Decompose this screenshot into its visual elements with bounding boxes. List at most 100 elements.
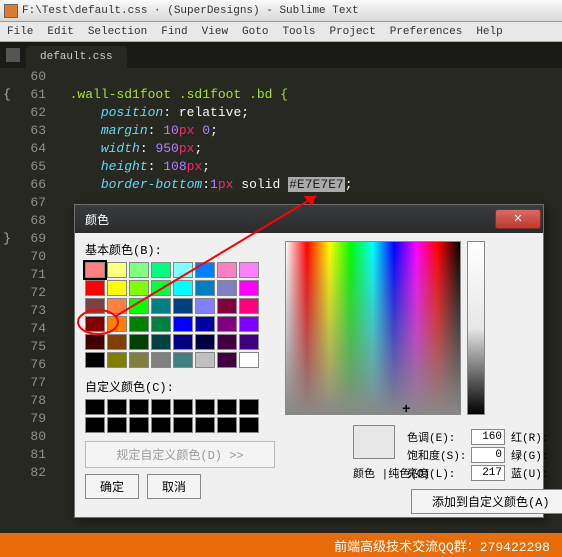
- fold-marker[interactable]: }: [0, 230, 14, 248]
- window-titlebar: F:\Test\default.css · (SuperDesigns) - S…: [0, 0, 562, 22]
- menu-goto[interactable]: Goto: [235, 26, 275, 38]
- tab-default-css[interactable]: default.css: [26, 46, 127, 68]
- cancel-button[interactable]: 取消: [147, 474, 201, 499]
- basic-swatch[interactable]: [151, 352, 171, 368]
- solid-color-label: 颜色 |纯色(O): [353, 465, 430, 481]
- custom-swatch[interactable]: [107, 417, 127, 433]
- custom-swatch[interactable]: [173, 417, 193, 433]
- custom-swatch[interactable]: [217, 417, 237, 433]
- basic-swatch[interactable]: [239, 352, 259, 368]
- basic-swatch[interactable]: [239, 298, 259, 314]
- basic-swatch[interactable]: [173, 352, 193, 368]
- custom-swatch[interactable]: [151, 417, 171, 433]
- sat-input[interactable]: [471, 447, 505, 463]
- custom-swatch[interactable]: [85, 417, 105, 433]
- basic-colors-label: 基本颜色(B):: [85, 241, 275, 258]
- lum-input[interactable]: [471, 465, 505, 481]
- basic-swatch[interactable]: [239, 262, 259, 278]
- basic-swatch[interactable]: [107, 334, 127, 350]
- basic-swatch[interactable]: [85, 262, 105, 278]
- basic-swatch[interactable]: [173, 262, 193, 278]
- basic-swatch[interactable]: [151, 298, 171, 314]
- luminance-slider[interactable]: [467, 241, 485, 415]
- ok-button[interactable]: 确定: [85, 474, 139, 499]
- line-number: 79: [14, 410, 54, 428]
- basic-swatch[interactable]: [85, 316, 105, 332]
- basic-swatch[interactable]: [239, 316, 259, 332]
- basic-swatch[interactable]: [173, 334, 193, 350]
- menu-find[interactable]: Find: [154, 26, 194, 38]
- menu-help[interactable]: Help: [469, 26, 509, 38]
- menu-file[interactable]: File: [0, 26, 40, 38]
- custom-swatch[interactable]: [151, 399, 171, 415]
- basic-swatch[interactable]: [85, 280, 105, 296]
- basic-swatch[interactable]: [195, 262, 215, 278]
- basic-swatch[interactable]: [217, 334, 237, 350]
- basic-swatch[interactable]: [107, 316, 127, 332]
- line-number: 64: [14, 140, 54, 158]
- basic-swatch[interactable]: [107, 352, 127, 368]
- basic-swatch[interactable]: [85, 334, 105, 350]
- custom-swatch[interactable]: [239, 399, 259, 415]
- add-custom-button[interactable]: 添加到自定义颜色(A): [411, 489, 562, 514]
- basic-swatch[interactable]: [173, 316, 193, 332]
- code-line: width: 950px;: [54, 140, 202, 158]
- basic-swatch[interactable]: [107, 262, 127, 278]
- menu-tools[interactable]: Tools: [275, 26, 322, 38]
- basic-swatch[interactable]: [151, 316, 171, 332]
- basic-swatch[interactable]: [217, 262, 237, 278]
- basic-swatch[interactable]: [173, 280, 193, 296]
- basic-swatch[interactable]: [151, 280, 171, 296]
- basic-swatch[interactable]: [195, 280, 215, 296]
- menu-edit[interactable]: Edit: [40, 26, 80, 38]
- basic-swatch[interactable]: [129, 352, 149, 368]
- custom-swatch[interactable]: [129, 399, 149, 415]
- close-button[interactable]: ✕: [495, 209, 541, 229]
- dialog-title: 颜色: [85, 211, 109, 228]
- basic-swatch[interactable]: [129, 316, 149, 332]
- custom-swatch[interactable]: [195, 399, 215, 415]
- basic-swatch[interactable]: [217, 352, 237, 368]
- basic-swatch[interactable]: [151, 262, 171, 278]
- custom-swatch[interactable]: [129, 417, 149, 433]
- basic-swatch[interactable]: [85, 298, 105, 314]
- line-number: 80: [14, 428, 54, 446]
- menu-selection[interactable]: Selection: [81, 26, 154, 38]
- basic-swatch[interactable]: [107, 280, 127, 296]
- fold-marker[interactable]: {: [0, 86, 14, 104]
- sidebar-toggle-icon[interactable]: [6, 48, 20, 62]
- menu-preferences[interactable]: Preferences: [383, 26, 470, 38]
- custom-swatch[interactable]: [217, 399, 237, 415]
- color-gradient-picker[interactable]: +: [285, 241, 461, 415]
- basic-swatch[interactable]: [151, 334, 171, 350]
- basic-swatch[interactable]: [195, 298, 215, 314]
- custom-swatch[interactable]: [239, 417, 259, 433]
- basic-swatch[interactable]: [195, 316, 215, 332]
- line-number: 82: [14, 464, 54, 482]
- menu-project[interactable]: Project: [322, 26, 382, 38]
- basic-swatch[interactable]: [195, 334, 215, 350]
- basic-swatch[interactable]: [239, 334, 259, 350]
- custom-swatch[interactable]: [85, 399, 105, 415]
- basic-swatch[interactable]: [173, 298, 193, 314]
- basic-swatch[interactable]: [129, 262, 149, 278]
- hue-input[interactable]: [471, 429, 505, 445]
- basic-swatch[interactable]: [129, 280, 149, 296]
- red-label: 红(R):: [511, 429, 561, 445]
- code-line: margin: 10px 0;: [54, 122, 218, 140]
- dialog-titlebar[interactable]: 颜色 ✕: [75, 205, 543, 233]
- menu-view[interactable]: View: [195, 26, 235, 38]
- basic-swatch[interactable]: [217, 316, 237, 332]
- custom-swatch[interactable]: [107, 399, 127, 415]
- basic-swatch[interactable]: [239, 280, 259, 296]
- custom-swatch[interactable]: [195, 417, 215, 433]
- basic-swatch[interactable]: [217, 280, 237, 296]
- basic-swatch[interactable]: [85, 352, 105, 368]
- custom-swatch[interactable]: [173, 399, 193, 415]
- basic-swatch[interactable]: [129, 334, 149, 350]
- basic-swatch[interactable]: [107, 298, 127, 314]
- line-number: 63: [14, 122, 54, 140]
- basic-swatch[interactable]: [195, 352, 215, 368]
- basic-swatch[interactable]: [129, 298, 149, 314]
- basic-swatch[interactable]: [217, 298, 237, 314]
